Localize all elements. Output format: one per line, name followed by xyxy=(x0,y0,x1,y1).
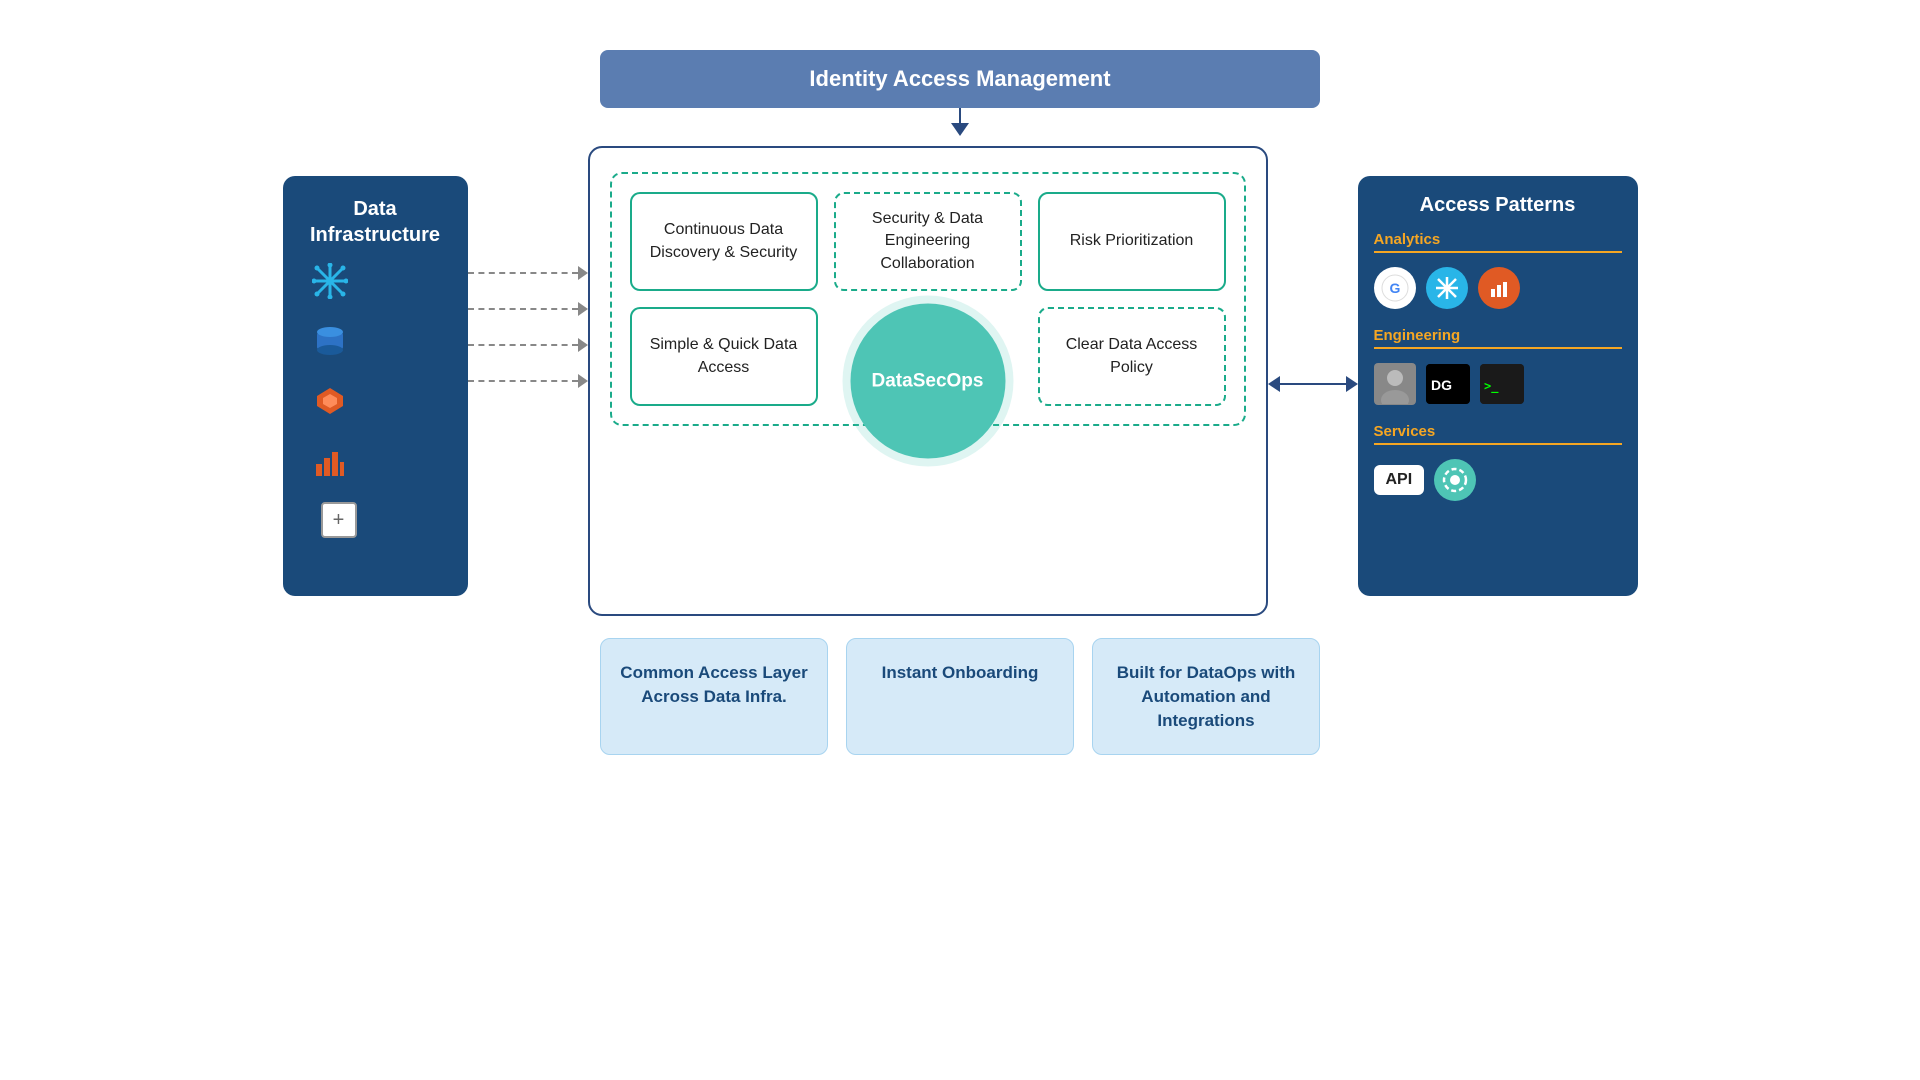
plus-label: + xyxy=(333,509,345,532)
terminal-icon: >_ xyxy=(1480,364,1524,404)
bottom-card-3: Built for DataOps with Automation and In… xyxy=(1092,638,1320,755)
iam-title: Identity Access Management xyxy=(809,66,1110,91)
security-label: Security & Data Engineering Collaboratio… xyxy=(848,208,1008,275)
bottom-card-2: Instant Onboarding xyxy=(846,638,1074,755)
databricks-icon xyxy=(311,382,349,420)
dashed-line-1 xyxy=(468,272,578,274)
bottom-row: Common Access Layer Across Data Infra. I… xyxy=(600,638,1320,755)
arrow-head-2 xyxy=(578,302,588,316)
analytics-icons-row: G xyxy=(1374,263,1622,313)
arrow-right xyxy=(1346,376,1358,392)
data-infra-title: Data Infrastructure xyxy=(301,196,450,248)
arrow-head-3 xyxy=(578,338,588,352)
engineering-icons-row: DG >_ xyxy=(1374,359,1622,409)
person-icon xyxy=(1374,363,1416,405)
clear-label: Clear Data Access Policy xyxy=(1052,334,1212,379)
continuous-label: Continuous Data Discovery & Security xyxy=(644,219,804,264)
plus-box: + xyxy=(321,502,357,538)
datasecops-circle: DataSecOps xyxy=(850,304,1005,459)
double-arrow xyxy=(1268,376,1358,392)
datagrip-icon: DG xyxy=(1426,364,1470,404)
redshift-icon xyxy=(311,322,349,360)
infra-icon-row-chart xyxy=(311,442,349,480)
risk-label: Risk Prioritization xyxy=(1070,230,1194,252)
full-layout: Identity Access Management Data Infrastr… xyxy=(60,50,1860,755)
arrow-left xyxy=(1268,376,1280,392)
dashed-arrow-1 xyxy=(468,266,588,280)
simple-label: Simple & Quick Data Access xyxy=(644,334,804,379)
iam-vert-line xyxy=(959,108,962,123)
dashed-arrow-3 xyxy=(468,338,588,352)
snowflake-analytics-icon xyxy=(1426,267,1468,309)
google-analytics-icon: G xyxy=(1374,267,1416,309)
dashed-arrow-2 xyxy=(468,302,588,316)
chart-icon xyxy=(311,442,349,480)
services-gear-icon xyxy=(1434,459,1476,501)
box-continuous: Continuous Data Discovery & Security xyxy=(630,192,818,291)
dashed-line-3 xyxy=(468,344,578,346)
box-simple: Simple & Quick Data Access xyxy=(630,307,818,406)
arrows-from-infra xyxy=(468,266,588,388)
infra-icon-row-snowflake xyxy=(311,262,349,300)
svg-text:>_: >_ xyxy=(1484,379,1499,394)
iam-arrow xyxy=(951,108,969,138)
infra-icons: + xyxy=(301,262,450,538)
box-risk: Risk Prioritization xyxy=(1038,192,1226,291)
datasecops-label: DataSecOps xyxy=(872,370,984,392)
arrow-head-1 xyxy=(578,266,588,280)
api-text: API xyxy=(1386,471,1413,489)
iam-arrow-down xyxy=(951,123,969,136)
access-patterns-title: Access Patterns xyxy=(1420,194,1576,217)
box-security: Security & Data Engineering Collaboratio… xyxy=(834,192,1022,291)
box-clear: Clear Data Access Policy xyxy=(1038,307,1226,406)
dashed-wrapper: Continuous Data Discovery & Security Sec… xyxy=(610,172,1246,590)
access-patterns-box: Access Patterns Analytics G xyxy=(1358,176,1638,596)
infra-icon-row-redshift xyxy=(311,322,349,360)
data-infra-box: Data Infrastructure xyxy=(283,176,468,596)
services-section-label: Services xyxy=(1374,423,1622,445)
engineering-section-label: Engineering xyxy=(1374,327,1622,349)
chart-analytics-icon xyxy=(1478,267,1520,309)
middle-section: Data Infrastructure xyxy=(60,136,1860,616)
diagram-wrapper: Identity Access Management Data Infrastr… xyxy=(60,50,1860,1030)
arrow-head-4 xyxy=(578,374,588,388)
svg-text:DG: DG xyxy=(1431,377,1452,393)
infra-icon-row-databricks xyxy=(311,382,349,420)
dashed-line-2 xyxy=(468,308,578,310)
svg-text:G: G xyxy=(1389,280,1400,296)
dashed-line-4 xyxy=(468,380,578,382)
snowflake-icon xyxy=(311,262,349,300)
h-line xyxy=(1280,383,1346,385)
services-icons-row: API xyxy=(1374,455,1622,505)
dashed-arrow-4 xyxy=(468,374,588,388)
bottom-card-1: Common Access Layer Across Data Infra. xyxy=(600,638,828,755)
api-icon: API xyxy=(1374,465,1425,495)
analytics-section-label: Analytics xyxy=(1374,231,1622,253)
center-main-box: Continuous Data Discovery & Security Sec… xyxy=(588,146,1268,616)
iam-bar: Identity Access Management xyxy=(600,50,1320,108)
